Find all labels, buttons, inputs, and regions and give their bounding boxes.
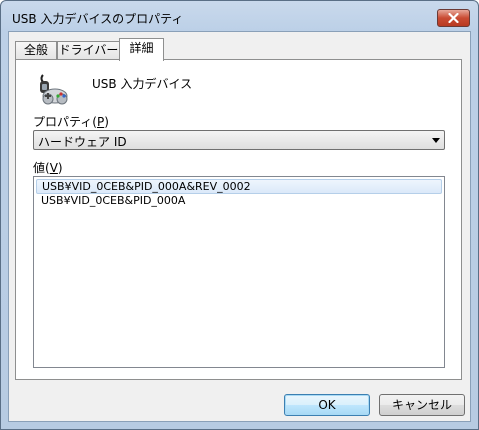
list-item-text: USB¥VID_0CEB&PID_000A — [41, 194, 186, 207]
window-title: USB 入力デバイスのプロパティ — [12, 12, 184, 26]
close-icon — [448, 13, 459, 23]
list-item[interactable]: USB¥VID_0CEB&PID_000A&REV_0002 — [36, 179, 442, 194]
ok-button[interactable]: OK — [284, 394, 370, 416]
value-accel-key: V — [49, 161, 58, 175]
device-name: USB 入力デバイス — [92, 77, 193, 91]
dropdown-arrow-icon[interactable] — [432, 138, 440, 143]
properties-dialog: USB 入力デバイスのプロパティ 全般 ドライバー 詳細 USB 入力デバイス … — [0, 0, 479, 430]
tab-general[interactable]: 全般 — [15, 41, 57, 60]
close-button[interactable] — [437, 9, 470, 27]
cancel-button-label: キャンセル — [391, 398, 452, 412]
property-select-value: ハードウェア ID — [38, 135, 127, 149]
tab-general-label: 全般 — [23, 43, 48, 57]
ok-button-label: OK — [318, 398, 336, 412]
details-panel: USB 入力デバイス プロパティ(P) ハードウェア ID 値(V) USB¥V… — [15, 59, 462, 380]
list-item[interactable]: USB¥VID_0CEB&PID_000A — [36, 194, 442, 209]
value-listbox[interactable]: USB¥VID_0CEB&PID_000A&REV_0002 USB¥VID_0… — [33, 176, 445, 368]
game-controller-icon — [40, 74, 68, 105]
property-select[interactable]: ハードウェア ID — [33, 130, 445, 150]
property-label-text: プロパティ — [33, 115, 93, 129]
tab-details[interactable]: 詳細 — [119, 38, 164, 61]
dialog-body: 全般 ドライバー 詳細 USB 入力デバイス プロパティ(P) ハードウェア I… — [8, 31, 471, 422]
tab-driver[interactable]: ドライバー — [57, 41, 120, 60]
tab-details-label: 詳細 — [129, 41, 154, 55]
cancel-button[interactable]: キャンセル — [379, 394, 465, 416]
property-accel-key: P — [96, 115, 105, 129]
tab-driver-label: ドライバー — [58, 43, 119, 57]
value-label: 値(V) — [33, 161, 63, 175]
value-label-text: 値 — [33, 161, 46, 175]
title-bar[interactable]: USB 入力デバイスのプロパティ — [1, 1, 478, 31]
property-label: プロパティ(P) — [33, 115, 109, 129]
list-item-text: USB¥VID_0CEB&PID_000A&REV_0002 — [42, 180, 251, 193]
